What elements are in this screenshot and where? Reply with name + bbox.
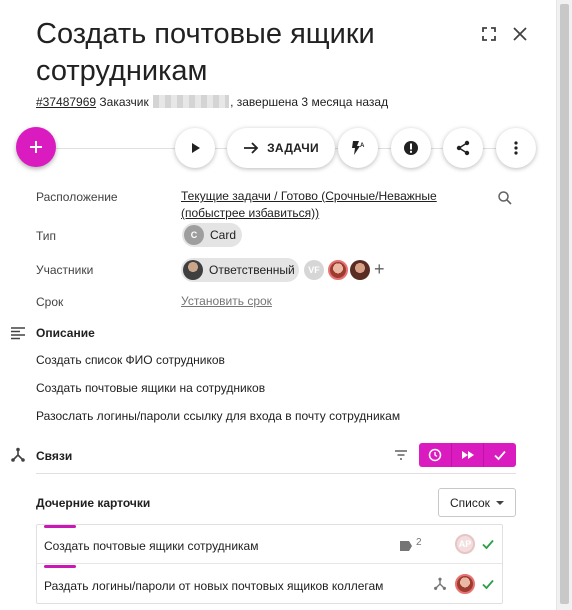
scrollbar-thumb[interactable]	[560, 4, 569, 604]
view-select-value: Список	[450, 495, 490, 510]
alert-button[interactable]	[391, 128, 431, 168]
child-card-color-bar	[44, 565, 76, 568]
type-avatar: C	[184, 225, 204, 245]
links-icon	[433, 577, 447, 591]
child-card-list: Создать почтовые ящики сотрудникам 2 AP …	[36, 524, 503, 604]
description-icon	[10, 325, 26, 341]
card-title[interactable]: Создать почтовые ящики сотрудникам	[36, 16, 456, 90]
chevron-down-icon	[496, 500, 504, 505]
description-line[interactable]: Разослать логины/пароли ссылку для входа…	[36, 409, 400, 423]
description-line[interactable]: Создать почтовые ящики на сотрудников	[36, 381, 265, 395]
child-card[interactable]: Раздать логины/пароли от новых почтовых …	[37, 565, 502, 603]
share-button[interactable]	[443, 128, 483, 168]
child-card-separator	[37, 563, 502, 564]
child-card-count: 2	[416, 537, 422, 548]
arrow-right-icon	[244, 142, 259, 154]
child-card-avatar: AP	[455, 534, 475, 554]
responsible-avatar	[183, 260, 203, 280]
links-mode-toggle	[419, 443, 516, 467]
type-label: Тип	[36, 229, 57, 243]
deadline-label: Срок	[36, 295, 64, 309]
child-cards-title: Дочерние карточки	[36, 496, 151, 510]
links-title: Связи	[36, 449, 73, 463]
clock-toggle[interactable]	[419, 443, 452, 467]
card-number-link[interactable]: #37487969	[36, 95, 96, 109]
alert-icon	[404, 141, 418, 155]
check-icon	[494, 450, 506, 461]
location-label: Расположение	[36, 190, 118, 204]
add-participant-icon[interactable]: +	[374, 259, 385, 280]
play-icon	[192, 143, 200, 153]
description-title: Описание	[36, 326, 95, 340]
check-icon	[481, 577, 495, 591]
customer-label: Заказчик	[99, 95, 149, 109]
participant-avatar-vf[interactable]: VF	[304, 260, 324, 280]
view-select[interactable]: Список	[438, 488, 516, 517]
add-button[interactable]	[16, 127, 56, 167]
search-icon[interactable]	[497, 190, 513, 206]
card-meta: #37487969 Заказчик , завершена 3 месяца …	[36, 95, 388, 109]
flash-auto-icon: A	[352, 141, 365, 155]
scrollbar[interactable]	[556, 0, 572, 610]
play-button[interactable]	[175, 128, 215, 168]
responsible-label: Ответственный	[209, 263, 295, 277]
location-link[interactable]: Текущие задачи / Готово (Срочные/Неважны…	[181, 188, 461, 222]
child-card-title: Создать почтовые ящики сотрудникам	[44, 539, 259, 553]
close-icon[interactable]	[510, 24, 530, 44]
tag-icon	[399, 539, 413, 553]
type-value: Card	[210, 228, 237, 242]
child-card[interactable]: Создать почтовые ящики сотрудникам 2 AP	[37, 525, 502, 563]
status-text: , завершена 3 месяца назад	[230, 95, 389, 109]
customer-name-redacted	[153, 95, 230, 108]
expand-icon[interactable]	[479, 24, 499, 44]
tasks-button[interactable]: ЗАДАЧИ	[227, 128, 335, 168]
links-divider	[36, 473, 516, 474]
more-button[interactable]	[496, 128, 536, 168]
child-card-color-bar	[44, 525, 76, 528]
participant-avatar[interactable]	[350, 260, 370, 280]
clock-icon	[428, 448, 442, 462]
filter-icon[interactable]	[393, 447, 409, 463]
card-panel: Создать почтовые ящики сотрудникам #3748…	[0, 0, 556, 610]
type-chip[interactable]: C Card	[182, 223, 242, 247]
participant-avatar[interactable]	[328, 260, 348, 280]
flash-auto-button[interactable]: A	[338, 128, 378, 168]
description-line[interactable]: Создать список ФИО сотрудников	[36, 353, 225, 367]
participants-label: Участники	[36, 263, 94, 277]
tasks-button-label: ЗАДАЧИ	[267, 141, 319, 155]
share-icon	[456, 140, 470, 156]
svg-text:A: A	[360, 143, 365, 149]
fast-forward-toggle[interactable]	[452, 443, 485, 467]
check-icon	[481, 537, 495, 551]
more-vert-icon	[514, 141, 518, 155]
done-toggle[interactable]	[484, 443, 516, 467]
child-card-title: Раздать логины/пароли от новых почтовых …	[44, 579, 384, 593]
plus-icon	[30, 141, 42, 153]
responsible-chip[interactable]: Ответственный	[181, 258, 299, 282]
child-card-avatar	[455, 574, 475, 594]
fast-forward-icon	[461, 451, 474, 459]
set-deadline-link[interactable]: Установить срок	[181, 294, 272, 308]
links-icon	[10, 447, 26, 463]
